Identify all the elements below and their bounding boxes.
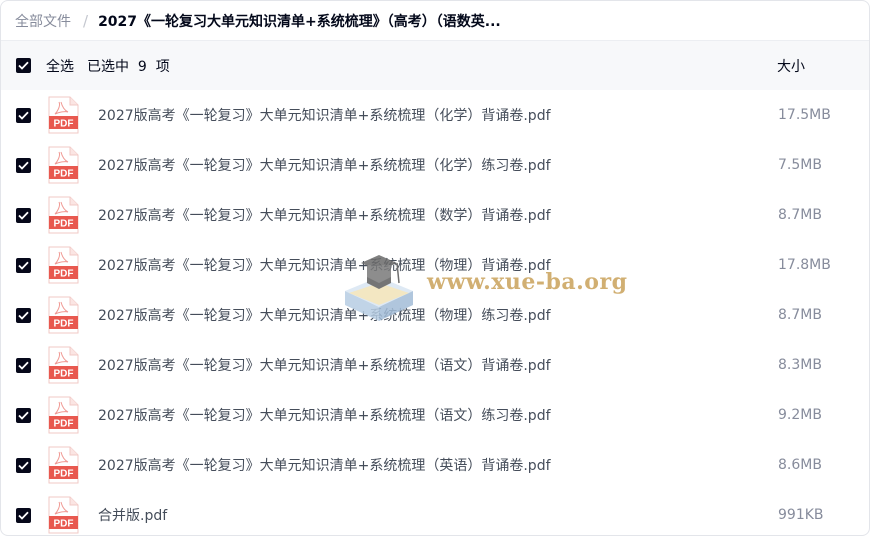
file-size: 7.5MB (778, 157, 822, 173)
file-row[interactable]: PDF 2027版高考《一轮复习》大单元知识清单+系统梳理（英语）背诵卷.pdf 8… (1, 440, 869, 490)
check-icon (18, 411, 29, 420)
check-icon (18, 361, 29, 370)
file-size: 17.8MB (778, 257, 831, 273)
pdf-label: PDF (54, 269, 74, 280)
check-icon (18, 61, 29, 70)
pdf-icon: PDF (47, 96, 79, 134)
pdf-label: PDF (54, 519, 74, 530)
file-name[interactable]: 2027版高考《一轮复习》大单元知识清单+系统梳理（语文）背诵卷.pdf (98, 355, 551, 375)
check-icon (18, 161, 29, 170)
file-row[interactable]: PDF 2027版高考《一轮复习》大单元知识清单+系统梳理（语文）练习卷.pdf 9… (1, 390, 869, 440)
file-checkbox[interactable] (16, 207, 31, 223)
file-checkbox[interactable] (16, 407, 31, 423)
breadcrumb-current-folder: 2027《一轮复习大单元知识清单+系统梳理》（高考）（语数英... (98, 13, 501, 30)
breadcrumb: 全部文件 / 2027《一轮复习大单元知识清单+系统梳理》（高考）（语数英... (1, 1, 869, 41)
file-name[interactable]: 合并版.pdf (98, 505, 167, 525)
file-name[interactable]: 2027版高考《一轮复习》大单元知识清单+系统梳理（数学）背诵卷.pdf (98, 205, 551, 225)
file-checkbox[interactable] (16, 257, 31, 273)
pdf-label: PDF (54, 369, 74, 380)
file-checkbox[interactable] (16, 307, 31, 323)
pdf-label: PDF (54, 119, 74, 130)
check-icon (18, 211, 29, 220)
pdf-label: PDF (54, 419, 74, 430)
file-row[interactable]: PDF 2027版高考《一轮复习》大单元知识清单+系统梳理（数学）背诵卷.pdf 8… (1, 190, 869, 240)
file-checkbox[interactable] (16, 357, 31, 373)
select-all-checkbox[interactable] (16, 58, 31, 73)
check-icon (18, 461, 29, 470)
pdf-icon: PDF (47, 296, 79, 334)
check-icon (18, 311, 29, 320)
file-name[interactable]: 2027版高考《一轮复习》大单元知识清单+系统梳理（语文）练习卷.pdf (98, 405, 551, 425)
file-size: 8.7MB (778, 307, 822, 323)
check-icon (18, 111, 29, 120)
file-size: 9.2MB (778, 407, 822, 423)
pdf-label: PDF (54, 169, 74, 180)
file-name[interactable]: 2027版高考《一轮复习》大单元知识清单+系统梳理（英语）背诵卷.pdf (98, 455, 551, 475)
file-checkbox[interactable] (16, 107, 31, 123)
file-size: 8.6MB (778, 457, 822, 473)
pdf-label: PDF (54, 469, 74, 480)
pdf-icon: PDF (47, 396, 79, 434)
pdf-icon: PDF (47, 496, 79, 534)
pdf-icon: PDF (47, 446, 79, 484)
file-checkbox[interactable] (16, 457, 31, 473)
pdf-icon: PDF (47, 346, 79, 384)
pdf-icon: PDF (47, 196, 79, 234)
file-name[interactable]: 2027版高考《一轮复习》大单元知识清单+系统梳理（化学）练习卷.pdf (98, 155, 551, 175)
file-list: PDF 2027版高考《一轮复习》大单元知识清单+系统梳理（化学）背诵卷.pdf 1… (1, 90, 869, 535)
pdf-icon: PDF (47, 246, 79, 284)
file-size: 991KB (778, 507, 824, 523)
size-column-header[interactable]: 大小 (777, 56, 805, 76)
file-browser: 全部文件 / 2027《一轮复习大单元知识清单+系统梳理》（高考）（语数英...… (0, 0, 870, 536)
file-row[interactable]: PDF 2027版高考《一轮复习》大单元知识清单+系统梳理（物理）练习卷.pdf 8… (1, 290, 869, 340)
pdf-label: PDF (54, 319, 74, 330)
file-checkbox[interactable] (16, 157, 31, 173)
select-all-label[interactable]: 全选 (46, 56, 74, 76)
file-name[interactable]: 2027版高考《一轮复习》大单元知识清单+系统梳理（物理）练习卷.pdf (98, 305, 551, 325)
file-row[interactable]: PDF 2027版高考《一轮复习》大单元知识清单+系统梳理（化学）背诵卷.pdf 1… (1, 90, 869, 140)
file-name[interactable]: 2027版高考《一轮复习》大单元知识清单+系统梳理（化学）背诵卷.pdf (98, 105, 551, 125)
file-size: 17.5MB (778, 107, 831, 123)
breadcrumb-root-link[interactable]: 全部文件 (15, 11, 71, 31)
file-name[interactable]: 2027版高考《一轮复习》大单元知识清单+系统梳理（物理）背诵卷.pdf (98, 255, 551, 275)
pdf-icon: PDF (47, 146, 79, 184)
file-row[interactable]: PDF 2027版高考《一轮复习》大单元知识清单+系统梳理（语文）背诵卷.pdf 8… (1, 340, 869, 390)
file-row[interactable]: PDF 合并版.pdf 991KB (1, 490, 869, 535)
file-row[interactable]: PDF 2027版高考《一轮复习》大单元知识清单+系统梳理（化学）练习卷.pdf 7… (1, 140, 869, 190)
file-checkbox[interactable] (16, 507, 31, 523)
selected-count: 已选中 9 项 (87, 58, 170, 75)
file-row[interactable]: PDF 2027版高考《一轮复习》大单元知识清单+系统梳理（物理）背诵卷.pdf 1… (1, 240, 869, 290)
check-icon (18, 261, 29, 270)
file-size: 8.3MB (778, 357, 822, 373)
check-icon (18, 511, 29, 520)
file-size: 8.7MB (778, 207, 822, 223)
list-header: 全选 已选中 9 项 大小 (1, 41, 869, 90)
pdf-label: PDF (54, 219, 74, 230)
breadcrumb-separator: / (83, 11, 89, 30)
